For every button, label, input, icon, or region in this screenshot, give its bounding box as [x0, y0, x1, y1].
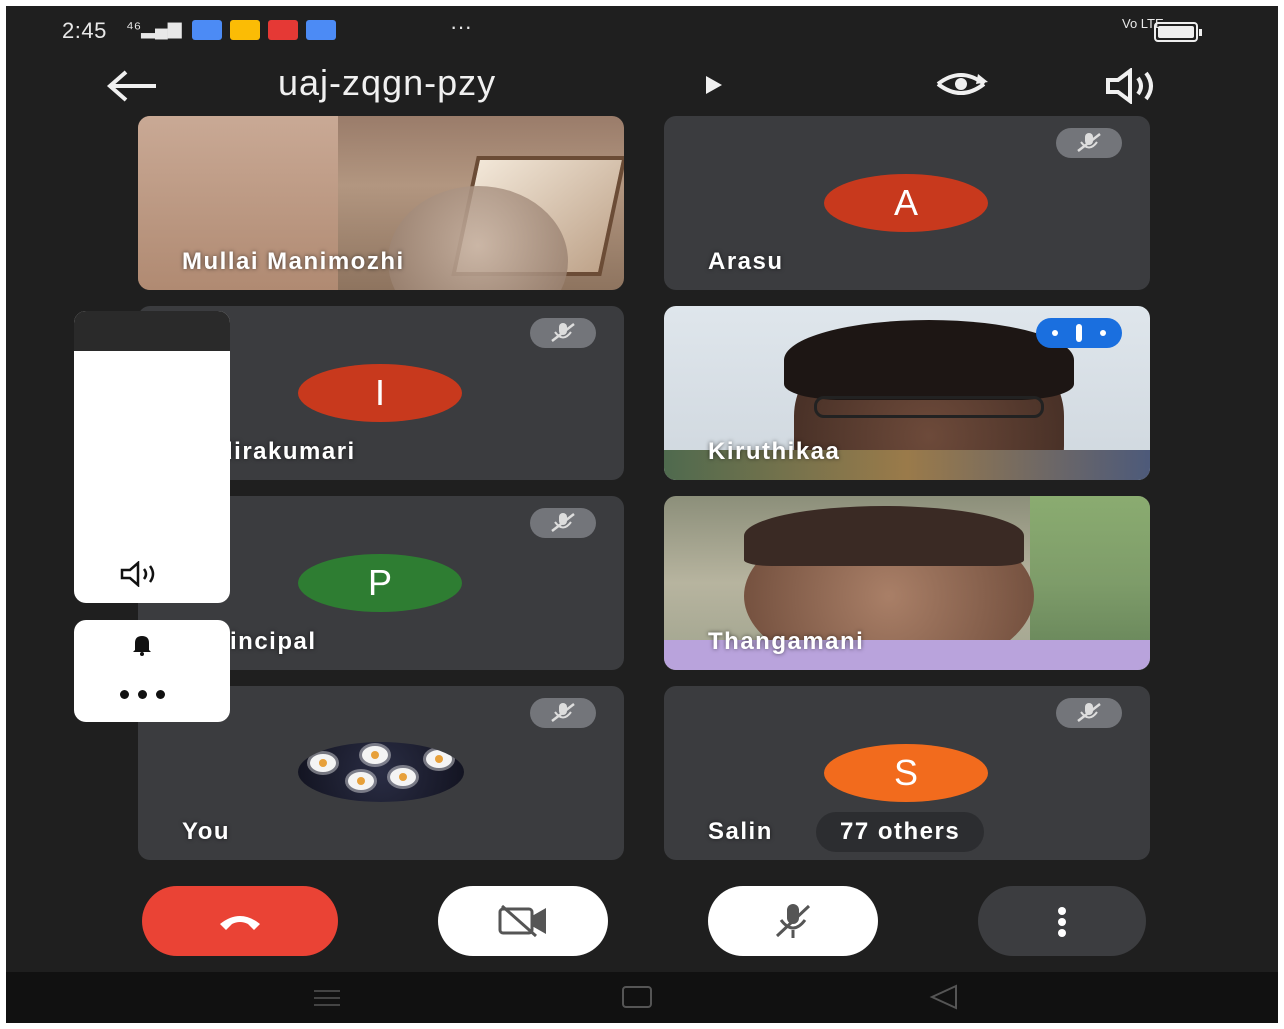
- participant-name: Arasu: [708, 248, 784, 275]
- microphone-toggle-button[interactable]: [708, 886, 878, 956]
- network-type: ⁴⁶: [126, 18, 142, 38]
- avatar: A: [824, 174, 988, 232]
- notification-app-icon: [230, 20, 260, 40]
- participant-tile[interactable]: Thangamani: [664, 496, 1150, 670]
- video-feed-person-hair: [784, 320, 1074, 400]
- speaking-indicator-icon: [1036, 318, 1122, 348]
- participant-tile[interactable]: A Arasu: [664, 116, 1150, 290]
- participant-name: Kiruthikaa: [708, 438, 841, 465]
- participant-name: Mullai Manimozhi: [182, 248, 405, 275]
- muted-mic-icon: [1056, 698, 1122, 728]
- more-options-icon[interactable]: [120, 690, 166, 700]
- status-bar: 2:45 ⁴⁶▂▄▆ ··· Vo LTE: [6, 6, 1278, 56]
- avatar: S: [824, 744, 988, 802]
- volume-icon[interactable]: [120, 561, 160, 587]
- notification-app-icon: [306, 20, 336, 40]
- volume-slider-track[interactable]: [74, 311, 230, 351]
- meeting-code[interactable]: uaj-zqgn-pzy: [278, 62, 496, 104]
- muted-mic-icon: [530, 698, 596, 728]
- video-feed-person-hair: [744, 506, 1024, 566]
- avatar: I: [298, 364, 462, 422]
- more-options-button[interactable]: [978, 886, 1146, 956]
- meet-call-screen: 2:45 ⁴⁶▂▄▆ ··· Vo LTE uaj-zqgn-pzy Mulla…: [6, 6, 1278, 1023]
- notification-app-icon: [268, 20, 298, 40]
- avatar: [298, 742, 464, 802]
- muted-mic-icon: [1056, 128, 1122, 158]
- nav-back-icon[interactable]: [928, 984, 958, 1010]
- expand-arrow-icon[interactable]: [706, 76, 722, 94]
- mic-off-icon: [775, 904, 811, 938]
- bell-icon[interactable]: [132, 634, 152, 656]
- notification-icons: [192, 20, 336, 40]
- call-header: uaj-zqgn-pzy: [6, 56, 1278, 116]
- participant-tile[interactable]: S Salin 77 others: [664, 686, 1150, 860]
- participant-name: Thangamani: [708, 628, 865, 655]
- recent-apps-icon[interactable]: [312, 988, 342, 1008]
- participant-name: dirakumari: [218, 438, 356, 465]
- camera-off-icon: [498, 904, 546, 938]
- status-time: 2:45: [62, 18, 107, 43]
- volume-panel[interactable]: [74, 311, 230, 603]
- participant-name: You: [182, 818, 231, 845]
- arrow-left-icon[interactable]: [102, 66, 162, 106]
- muted-mic-icon: [530, 318, 596, 348]
- signal-icon: ⁴⁶▂▄▆: [126, 18, 182, 38]
- more-notifications-icon: ···: [450, 14, 472, 39]
- participant-tile[interactable]: Kiruthikaa: [664, 306, 1150, 480]
- participant-name: incipal: [230, 628, 317, 655]
- system-navigation-bar: [6, 972, 1278, 1023]
- avatar: P: [298, 554, 462, 612]
- video-feed-glasses: [814, 396, 1044, 418]
- participant-tile[interactable]: Mullai Manimozhi: [138, 116, 624, 290]
- switch-camera-icon[interactable]: [932, 62, 990, 106]
- hang-up-icon: [220, 916, 260, 930]
- vertical-dots-icon: [1058, 907, 1066, 937]
- home-icon[interactable]: [622, 986, 652, 1008]
- others-count-button[interactable]: 77 others: [816, 812, 985, 852]
- notification-app-icon: [192, 20, 222, 40]
- battery-icon: [1154, 22, 1202, 42]
- muted-mic-icon: [530, 508, 596, 538]
- volume-options-panel[interactable]: [74, 620, 230, 722]
- camera-toggle-button[interactable]: [438, 886, 608, 956]
- end-call-button[interactable]: [142, 886, 338, 956]
- participant-name: Salin: [708, 818, 773, 845]
- speaker-icon[interactable]: [1104, 68, 1158, 104]
